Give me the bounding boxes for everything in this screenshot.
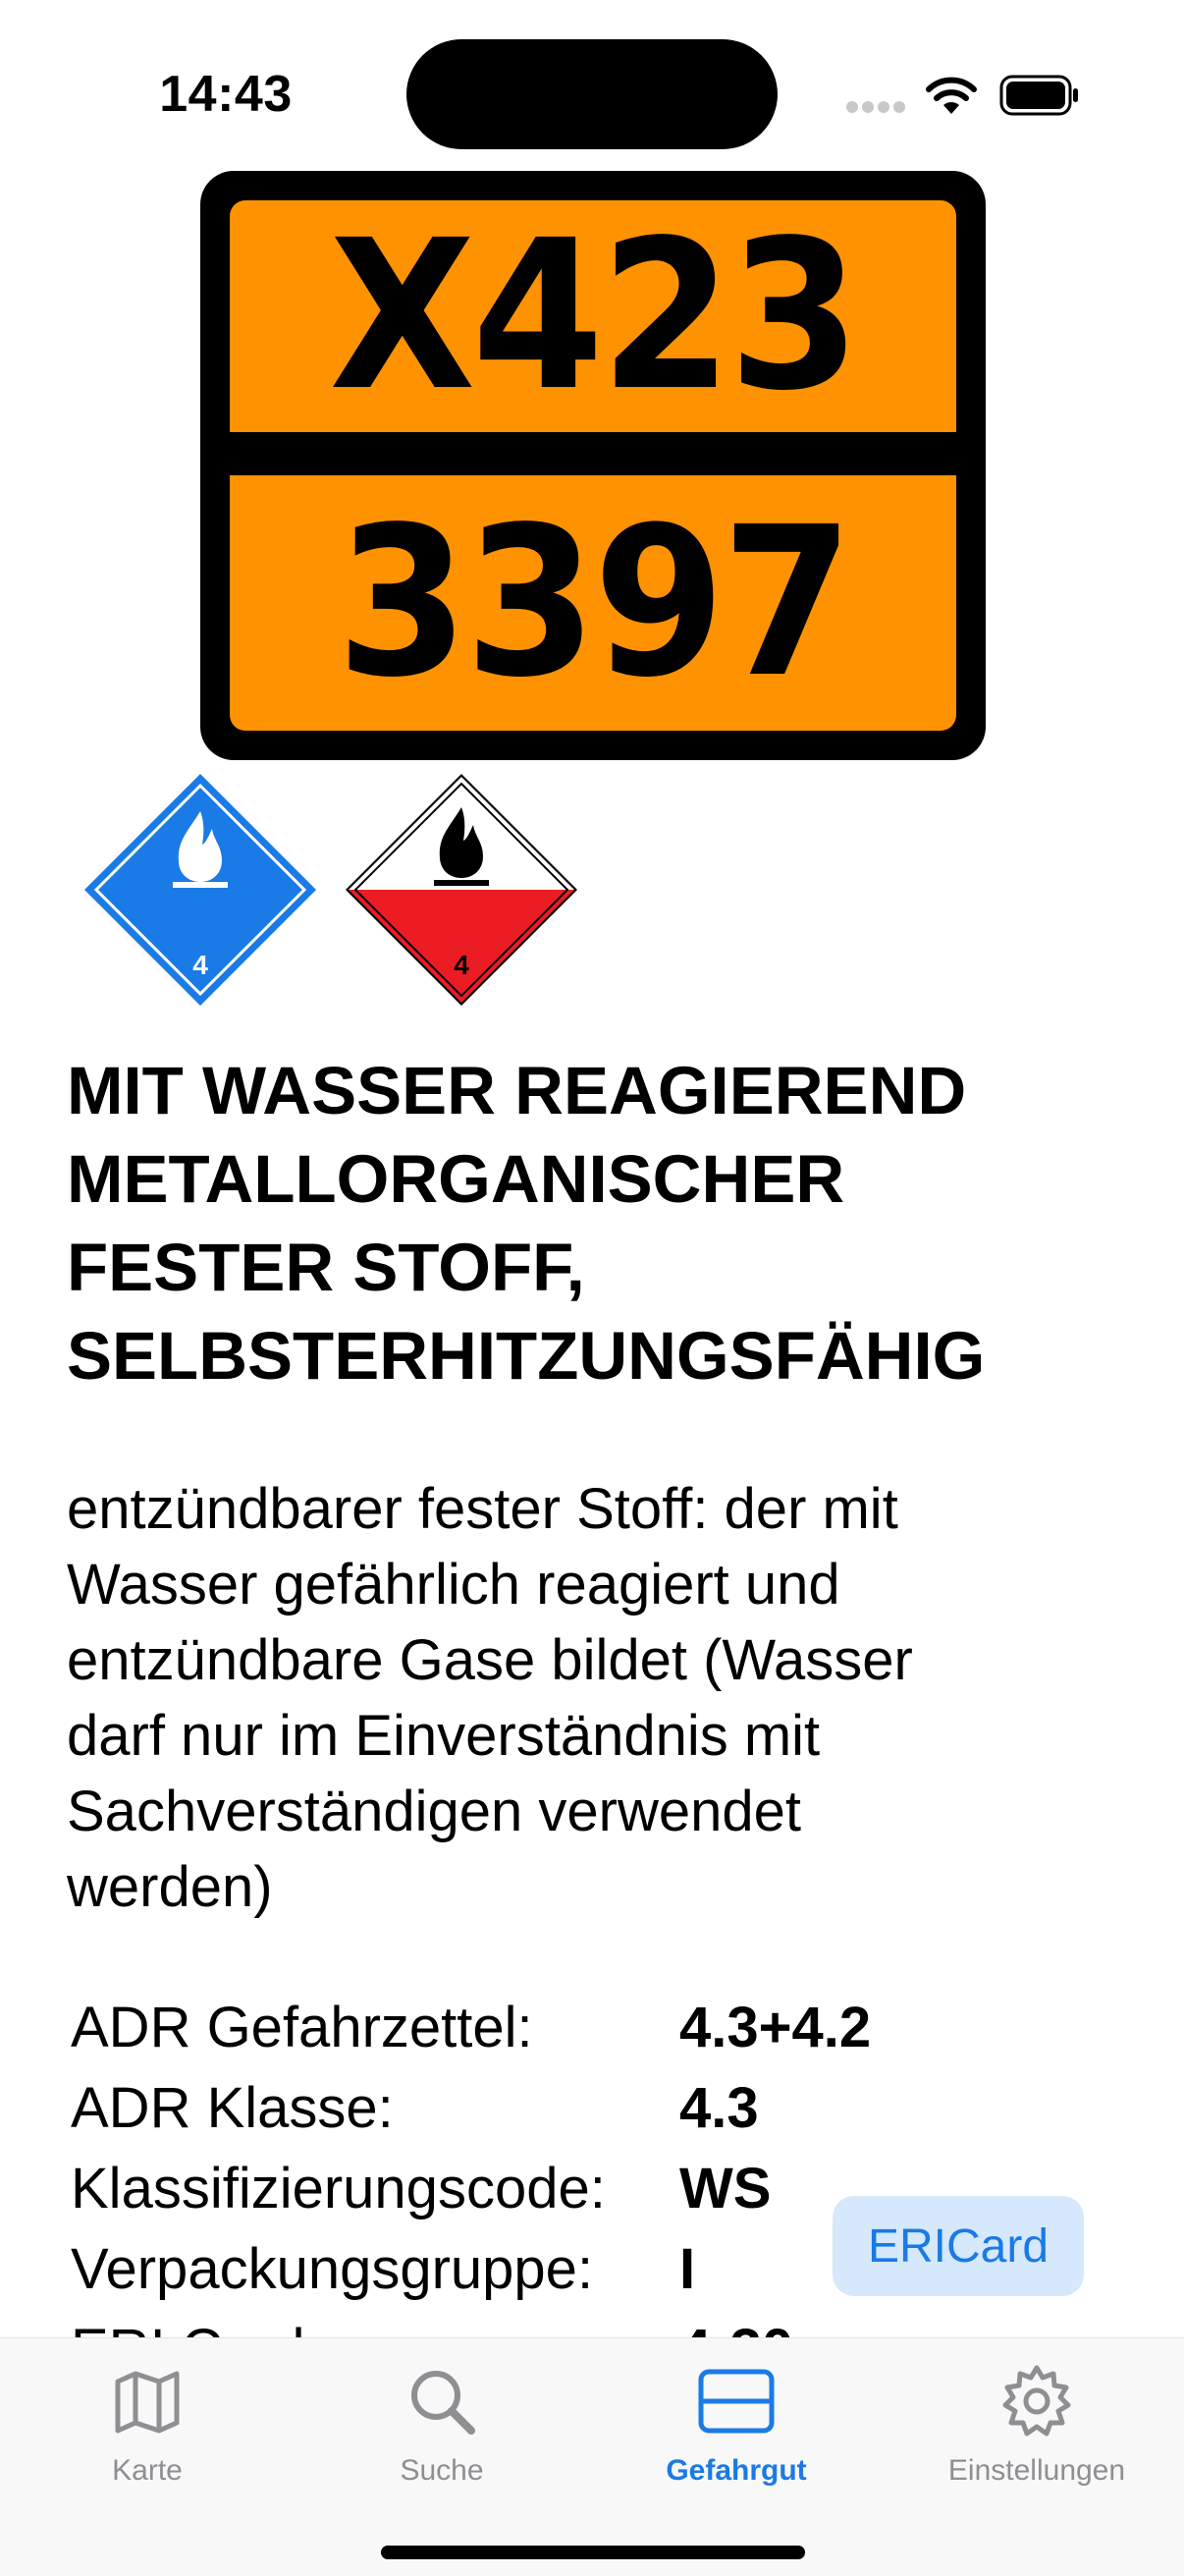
info-label: ADR Klasse: [71, 2076, 394, 2140]
substance-description: entzündbarer fester Stoff: der mit Wasse… [67, 1471, 1068, 1925]
tab-suche[interactable]: Suche [295, 2338, 589, 2495]
info-row-adr-gefahrzettel: ADR Gefahrzettel: 4.3+4.2 [71, 1988, 954, 2068]
dynamic-island [406, 39, 778, 149]
substance-name-line: SELBSTERHITZUNGSFÄHIG [67, 1318, 986, 1394]
substance-name-line: METALLORGANISCHER [67, 1141, 845, 1217]
description-line: werden) [67, 1855, 273, 1919]
substance-name-line: FESTER STOFF, [67, 1230, 585, 1305]
tab-label: Suche [400, 2454, 484, 2487]
description-line: entzündbarer fester Stoff: der mit [67, 1477, 898, 1541]
description-line: Wasser gefährlich reagiert und [67, 1553, 840, 1617]
cellular-signal-icon [846, 101, 905, 115]
hazard-plate: X423 3397 [200, 171, 986, 760]
tab-label: Einstellungen [947, 2454, 1126, 2487]
tab-label: Karte [112, 2454, 183, 2487]
description-line: entzündbare Gase bildet (Wasser [67, 1628, 913, 1692]
map-icon [115, 2371, 180, 2434]
substance-name-line: MIT WASSER REAGIEREND [67, 1053, 967, 1128]
info-row-klassifizierungscode: Klassifizierungscode: WS [71, 2149, 954, 2229]
info-row-verpackungsgruppe: Verpackungsgruppe: I [71, 2229, 954, 2310]
info-row-adr-klasse: ADR Klasse: 4.3 [71, 2068, 954, 2149]
hazard-plate-icon [698, 2369, 775, 2434]
info-value: 4.3 [679, 2076, 759, 2140]
info-label: ADR Gefahrzettel: [71, 1996, 533, 2059]
tab-gefahrgut[interactable]: Gefahrgut [589, 2338, 884, 2495]
un-number: 3397 [230, 475, 956, 731]
status-time: 14:43 [159, 66, 293, 123]
info-value: WS [679, 2157, 772, 2220]
substance-name: MIT WASSER REAGIEREND METALLORGANISCHER … [67, 1047, 1127, 1400]
ericard-button[interactable]: ERICard [833, 2196, 1084, 2296]
class-4-3-label: 4 [82, 772, 318, 1013]
info-value: 4.3+4.2 [679, 1996, 872, 2059]
info-label: Klassifizierungscode: [71, 2157, 606, 2220]
description-line: Sachverständigen verwendet [67, 1780, 802, 1843]
label-class-number: 4 [454, 950, 469, 980]
wifi-icon [926, 77, 977, 114]
class-4-2-label: 4 [344, 772, 579, 1013]
hazard-identification-number: X423 [230, 200, 956, 432]
label-class-number: 4 [192, 950, 208, 980]
tab-bar: Karte Suche Gefahrgut Einstellungen [0, 2337, 1184, 2576]
search-icon [411, 2371, 475, 2435]
home-indicator [381, 2546, 805, 2559]
info-label: Verpackungsgruppe: [71, 2237, 594, 2301]
gear-icon [1002, 2365, 1071, 2437]
info-value: I [679, 2237, 696, 2301]
tab-label: Gefahrgut [666, 2454, 807, 2487]
description-line: darf nur im Einverständnis mit [67, 1704, 821, 1768]
tab-einstellungen[interactable]: Einstellungen [889, 2338, 1184, 2495]
status-bar: 14:43 [0, 0, 1184, 177]
tab-karte[interactable]: Karte [0, 2338, 295, 2495]
battery-icon [999, 75, 1078, 116]
